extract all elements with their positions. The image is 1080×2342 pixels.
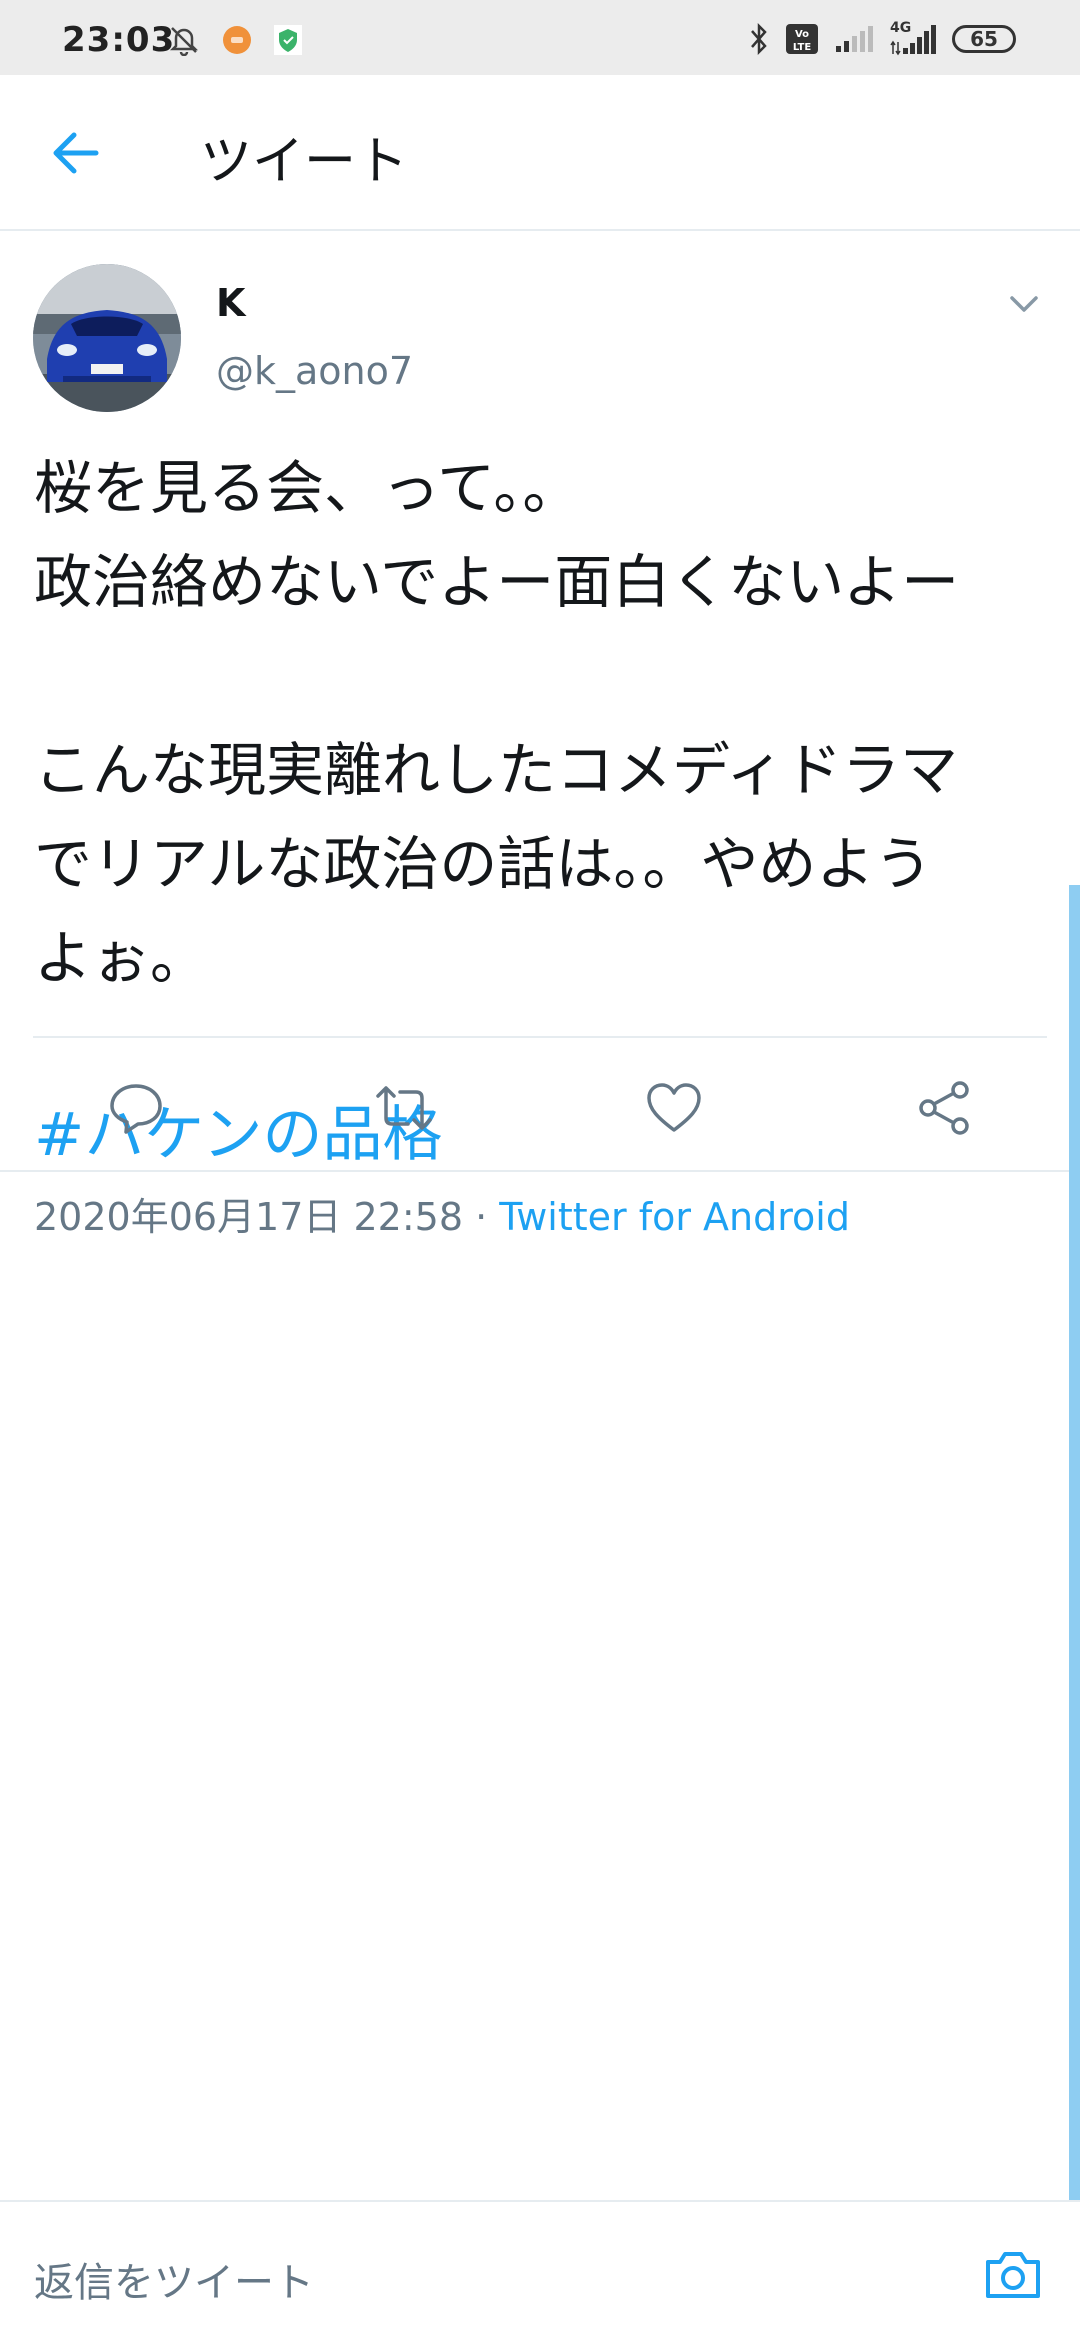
tweet-text-line: こんな現実離れしたコメディドラマ (34, 736, 958, 804)
camera-icon[interactable] (982, 2244, 1044, 2306)
author-handle[interactable]: @k_aono7 (216, 349, 413, 393)
tweet-text-line: よぉ。 (34, 924, 209, 992)
divider (33, 1036, 1047, 1038)
tweet-timestamp: 2020年06月17日 22:58 (34, 1195, 464, 1239)
svg-text:Vo: Vo (795, 29, 809, 40)
scrollbar[interactable] (1069, 885, 1080, 2255)
volte-icon: Vo LTE (786, 24, 818, 54)
meta-separator: · (463, 1195, 500, 1239)
network-type-label: 4G (890, 20, 912, 36)
reply-icon[interactable] (106, 1078, 166, 1138)
page-title: ツイート (200, 132, 409, 192)
battery-level: 65 (970, 27, 998, 51)
tweet-source-link[interactable]: Twitter for Android (499, 1195, 850, 1239)
status-bar: 23:03 Vo LTE 4G 65 (0, 0, 1080, 75)
tweet-text-line: 政治絡めないでよー面白くないよー (34, 548, 960, 616)
signal-4g-icon: 4G (890, 20, 936, 56)
divider (0, 1170, 1080, 1172)
heart-icon[interactable] (644, 1078, 704, 1138)
app-notification-icon (223, 26, 251, 54)
retweet-icon[interactable] (374, 1078, 434, 1138)
reply-input[interactable]: 返信をツイート (34, 2250, 314, 2308)
tweet-text-blank-line (34, 629, 1034, 723)
tweet-meta: 2020年06月17日 22:58 · Twitter for Android (34, 1186, 850, 1241)
avatar[interactable] (33, 264, 181, 412)
status-time: 23:03 (62, 20, 176, 60)
signal-icon (836, 26, 873, 52)
arrow-left-icon[interactable] (46, 123, 106, 183)
app-bar: ツイート (0, 75, 1080, 231)
battery-icon: 65 (952, 25, 1016, 53)
tweet-text: 桜を見る会、って。。 政治絡めないでよー面白くないよー こんな現実離れしたコメデ… (34, 441, 1034, 1005)
chevron-down-icon[interactable] (1002, 281, 1046, 325)
tweet-text-line: でリアルな政治の話は。。やめよう (34, 830, 933, 898)
status-right-icons: Vo LTE 4G 65 (748, 20, 1016, 56)
mute-bell-icon (169, 27, 199, 56)
shield-icon (274, 25, 302, 55)
status-left-icons (168, 24, 302, 56)
author-name[interactable]: K (216, 281, 245, 325)
svg-text:LTE: LTE (793, 42, 812, 53)
share-icon[interactable] (914, 1078, 974, 1138)
tweet-actions (0, 1040, 1080, 1170)
tweet-text-line: 桜を見る会、って。。 (34, 454, 581, 522)
reply-composer[interactable]: 返信をツイート (0, 2200, 1080, 2342)
bluetooth-icon (751, 22, 767, 56)
